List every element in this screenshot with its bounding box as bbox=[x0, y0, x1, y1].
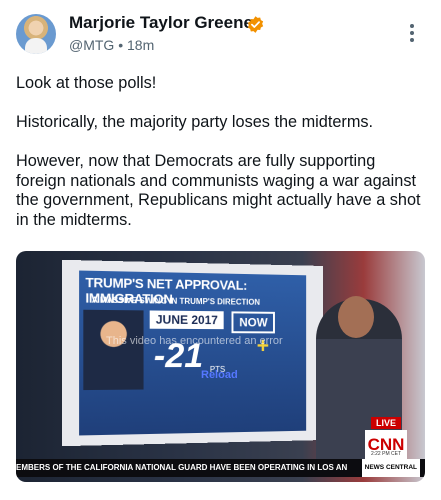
live-badge: LIVE bbox=[371, 417, 402, 429]
news-anchor-head bbox=[338, 296, 374, 338]
video-error-message: This video has encountered an error bbox=[106, 335, 283, 347]
more-options-icon[interactable] bbox=[404, 24, 420, 46]
news-ticker: EMBERS OF THE CALIFORNIA NATIONAL GUARD … bbox=[16, 459, 425, 477]
date-label: JUNE 2017 bbox=[149, 310, 224, 330]
post-paragraph: Look at those polls! bbox=[16, 74, 157, 92]
ticker-tag: NEWS CENTRAL bbox=[361, 459, 420, 477]
meta-separator: • bbox=[118, 37, 124, 53]
post-time[interactable]: 18m bbox=[127, 37, 154, 53]
video-player[interactable]: TRUMP'S NET APPROVAL: IMMIGRATION A MASS… bbox=[16, 251, 425, 482]
post-paragraph: Historically, the majority party loses t… bbox=[16, 113, 374, 131]
avatar-figure bbox=[25, 38, 47, 54]
ticker-text: EMBERS OF THE CALIFORNIA NATIONAL GUARD … bbox=[16, 463, 348, 472]
screen-graphic: TRUMP'S NET APPROVAL: IMMIGRATION A MASS… bbox=[79, 270, 307, 436]
author-meta: @MTG • 18m bbox=[69, 37, 154, 53]
broadcast-time: 2:22 PM CET bbox=[370, 451, 401, 457]
author-handle[interactable]: @MTG bbox=[69, 37, 114, 53]
author-name[interactable]: Marjorie Taylor Greene bbox=[69, 13, 253, 33]
avatar[interactable] bbox=[16, 14, 56, 54]
post-paragraph: However, now that Democrats are fully su… bbox=[16, 152, 421, 229]
post-text: Look at those polls! Historically, the m… bbox=[16, 74, 426, 250]
reload-button[interactable]: Reload bbox=[201, 369, 238, 381]
studio-screen: TRUMP'S NET APPROVAL: IMMIGRATION A MASS… bbox=[62, 259, 323, 447]
now-label: NOW bbox=[231, 311, 276, 334]
president-photo bbox=[83, 309, 144, 391]
verified-badge-icon bbox=[247, 16, 264, 33]
